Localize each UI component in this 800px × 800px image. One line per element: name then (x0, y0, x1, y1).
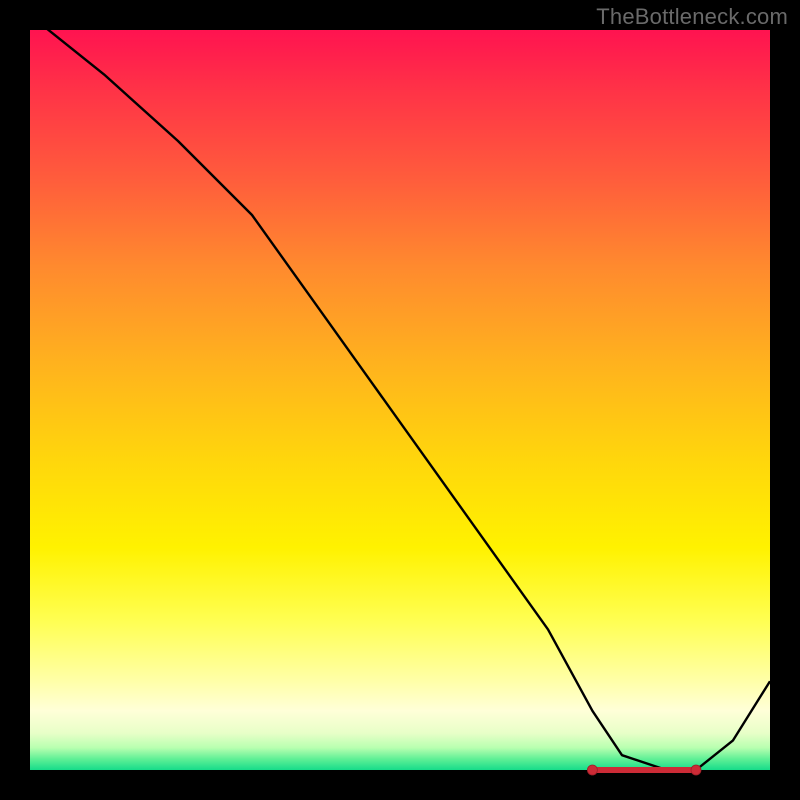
marker-dot-1 (691, 765, 701, 775)
plot-area (30, 30, 770, 770)
chart-svg (30, 30, 770, 770)
minimum-markers (587, 765, 701, 775)
marker-dot-0 (587, 765, 597, 775)
chart-container: TheBottleneck.com (0, 0, 800, 800)
marker-band (592, 767, 696, 773)
bottleneck-curve (30, 15, 770, 770)
watermark-text: TheBottleneck.com (596, 4, 788, 30)
